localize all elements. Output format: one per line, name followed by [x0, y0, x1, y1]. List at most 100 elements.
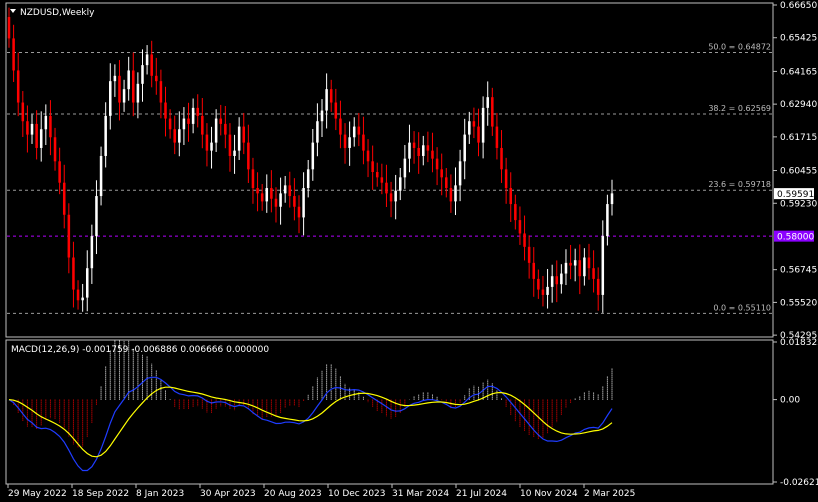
bear-candle	[592, 268, 595, 279]
bull-candle	[279, 193, 282, 207]
bear-candle	[532, 262, 536, 279]
bear-candle	[76, 289, 80, 301]
bear-candle	[435, 158, 439, 170]
price-axis: 0.66650 0.65425 0.64165 0.62940 0.61715 0.604…	[773, 1, 817, 341]
time-tick-label: 18 Sep 2022	[72, 489, 129, 499]
bear-candle	[518, 220, 522, 234]
price-tick-label: 0.64165	[780, 67, 817, 77]
bull-candle	[546, 286, 549, 295]
fib-level-label: 0.0 = 0.55110	[713, 303, 771, 312]
bear-candle	[201, 115, 204, 135]
price-tick-label: 0.59230	[780, 199, 817, 209]
bear-candle	[242, 126, 246, 143]
macd-signal-line	[8, 386, 613, 458]
bull-candle	[182, 118, 186, 130]
bull-candle	[573, 260, 577, 266]
macd-panel-frame	[5, 339, 774, 485]
bear-candle	[527, 246, 531, 263]
bear-candle	[371, 161, 374, 173]
price-tick-label: 0.55520	[780, 298, 817, 308]
bear-candle	[366, 150, 370, 162]
bear-candle	[16, 70, 20, 103]
time-axis: 29 May 2022 18 Sep 2022 8 Jan 2023 30 Apr 2…	[7, 484, 635, 499]
bull-candle	[468, 121, 471, 135]
nzdusd-weekly-chart[interactable]: 50.0 = 0.64872 38.2 = 0.62569 23.6 = 0.597…	[0, 0, 818, 502]
time-tick-label: 2 Mar 2025	[584, 489, 635, 499]
bear-candle	[260, 193, 264, 202]
price-tick-label: 0.62940	[780, 100, 817, 110]
bear-candle	[7, 17, 11, 39]
price-panel-frame	[5, 2, 774, 338]
bull-candle	[316, 121, 319, 143]
bull-candle	[408, 142, 411, 159]
bear-candle	[62, 182, 66, 215]
bull-candle	[127, 70, 130, 90]
time-tick-label: 29 May 2022	[8, 489, 67, 499]
bear-candle	[495, 126, 499, 148]
bear-candle	[21, 102, 25, 122]
time-tick-label: 8 Jan 2023	[136, 489, 184, 499]
bear-candle	[440, 169, 443, 178]
macd-histogram	[13, 339, 613, 448]
bear-candle	[159, 81, 163, 103]
bear-candle	[417, 147, 420, 156]
bull-candle	[403, 158, 407, 178]
bear-candle	[357, 126, 361, 135]
price-tick-label: 0.56745	[780, 266, 817, 276]
bear-candle	[569, 262, 572, 266]
current-price-label: 0.59591	[777, 190, 814, 200]
bull-candle	[422, 145, 425, 156]
bull-candle	[454, 185, 457, 202]
bull-candle	[191, 107, 195, 124]
bear-candle	[251, 169, 255, 189]
bull-candle	[85, 268, 89, 298]
bear-candle	[523, 233, 526, 247]
bull-candle	[283, 185, 287, 194]
symbol-menu-triangle-icon[interactable]	[10, 9, 16, 13]
bull-candle	[122, 89, 126, 103]
bull-candle	[90, 236, 94, 269]
macd-line	[8, 376, 613, 472]
fib-level-label: 38.2 = 0.62569	[708, 104, 771, 113]
bear-candle	[49, 115, 52, 138]
bull-candle	[394, 190, 397, 202]
bear-candle	[362, 134, 365, 151]
bear-candle	[228, 134, 232, 156]
bear-candle	[555, 276, 559, 285]
bull-candle	[30, 123, 34, 135]
macd-tick-label: 0.018322	[780, 338, 818, 348]
bear-candle	[449, 188, 453, 202]
bull-candle	[178, 129, 181, 143]
bear-candle	[389, 193, 393, 202]
bull-candle	[99, 155, 103, 197]
bear-candle	[445, 177, 448, 189]
bear-candle	[26, 121, 29, 135]
bear-candle	[132, 70, 135, 103]
bull-candle	[95, 196, 98, 237]
bull-candle	[398, 177, 402, 191]
bear-candle	[491, 97, 494, 127]
fib-level-label: 50.0 = 0.64872	[708, 43, 771, 52]
time-tick-label: 20 Aug 2023	[264, 489, 322, 499]
bear-candle	[297, 206, 301, 218]
bear-candle	[173, 129, 176, 143]
bull-candle	[610, 193, 614, 205]
bear-candle	[164, 102, 167, 119]
bear-candle	[343, 134, 347, 148]
bear-candle	[35, 123, 38, 148]
bear-candle	[477, 126, 480, 143]
bull-candle	[237, 126, 241, 151]
bear-candle	[426, 145, 430, 151]
bear-candle	[168, 118, 172, 130]
bear-candle	[293, 196, 296, 207]
bear-candle	[205, 134, 209, 151]
bull-candle	[265, 188, 269, 202]
bull-candle	[463, 134, 466, 162]
bull-candle	[311, 142, 315, 170]
bull-candle	[486, 97, 489, 108]
bear-candle	[541, 289, 545, 295]
bear-candle	[412, 142, 416, 148]
macd-lines	[8, 376, 613, 472]
bear-candle	[187, 118, 190, 124]
bear-candle	[509, 188, 512, 205]
